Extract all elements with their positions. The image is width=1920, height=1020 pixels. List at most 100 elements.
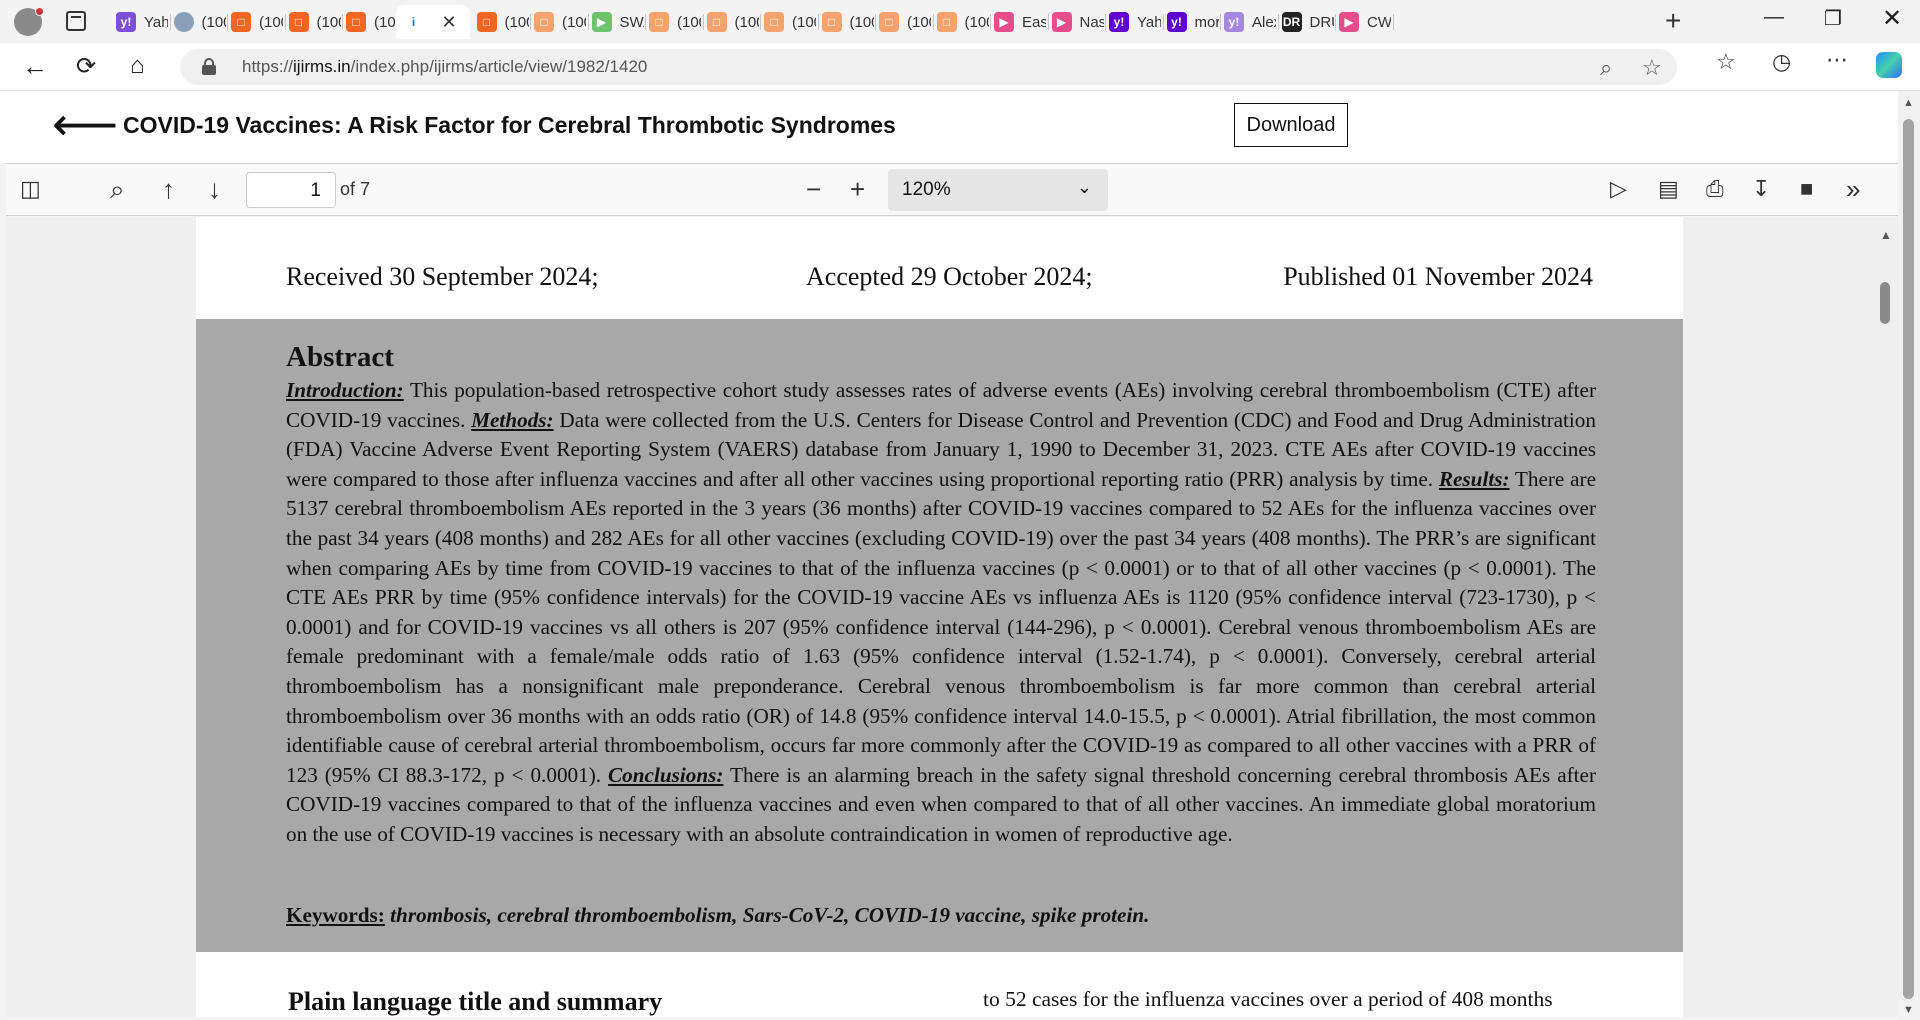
clipped-text-line: ─────────────────────────────── [306, 217, 833, 228]
tab-label: (100 [201, 13, 226, 31]
tab-5[interactable]: □ (100 [476, 5, 529, 39]
tab-separator [342, 14, 343, 30]
home-icon[interactable]: ⌂ [130, 52, 145, 80]
page-scrollbar[interactable]: ▲ ▼ [1898, 91, 1920, 1020]
tab-separator [169, 14, 171, 30]
sidebar-toggle-icon[interactable]: ◫ [20, 176, 41, 202]
tab-label: (100 [504, 13, 529, 31]
yahoo-icon: y! [1166, 12, 1187, 32]
profile-avatar[interactable] [14, 7, 44, 36]
tab-15[interactable]: ▶ Nas [1051, 5, 1104, 39]
save-icon[interactable]: ↧ [1752, 176, 1770, 202]
page-scroll-thumb[interactable] [1903, 119, 1914, 999]
tab-label: (100 [734, 13, 759, 31]
tab-separator [932, 14, 934, 30]
tools-menu-icon[interactable]: » [1846, 174, 1860, 205]
tab-11[interactable]: □ (100 [821, 5, 874, 39]
tab-separator [760, 14, 761, 30]
tab-16[interactable]: y! Yaho [1109, 5, 1161, 39]
tab-4[interactable]: □ (100 [346, 5, 398, 39]
scroll-up-icon[interactable]: ▲ [1880, 228, 1892, 242]
tab-13[interactable]: □ (100 [936, 5, 989, 39]
print-icon[interactable]: ⎙ [1706, 176, 1724, 202]
zoom-icon[interactable]: ⌕ [1600, 55, 1612, 81]
next-page-icon[interactable]: ↓ [208, 174, 221, 205]
open-file-icon[interactable]: ▤ [1658, 176, 1679, 202]
url-text[interactable]: https://ijirms.in/index.php/ijirms/artic… [242, 57, 647, 77]
keywords-line: Keywords: thrombosis, cerebral thromboem… [286, 903, 1149, 928]
bookmark-icon: □ [936, 12, 957, 32]
zoom-in-icon[interactable]: + [850, 174, 865, 205]
favorites-icon[interactable]: ☆ [1716, 49, 1736, 75]
pdf-viewer[interactable]: ─────────────────────────────── Received… [6, 217, 1898, 1017]
refresh-icon[interactable]: ⟳ [76, 52, 96, 81]
tab-label: CWA [1367, 13, 1391, 31]
zoom-select[interactable]: 120% ⌄ [888, 169, 1108, 211]
video-icon: ▶ [994, 12, 1014, 32]
restore-icon[interactable]: ❐ [1824, 6, 1842, 31]
tab-active[interactable]: i ✕ [395, 5, 470, 39]
tab-19[interactable]: DR DRU [1281, 5, 1334, 39]
pdf-toolbar: ◫ ⌕ ↑ ↓ 1 of 7 − + 120% ⌄ ▷ ▤ ⎙ ↧ ■ » [6, 163, 1898, 216]
tab-label: Yaho [1137, 13, 1161, 31]
page-scroll-down-icon[interactable]: ▼ [1903, 1004, 1914, 1016]
tab-8[interactable]: □ (100 [649, 5, 701, 39]
tab-label: (100 [964, 13, 989, 31]
accepted-date: Accepted 29 October 2024; [806, 262, 1093, 291]
find-icon[interactable]: ⌕ [110, 174, 125, 206]
tab-1[interactable]: (100 [173, 5, 226, 39]
history-icon[interactable]: ◷ [1772, 49, 1791, 75]
zoom-value: 120% [902, 179, 951, 200]
tab-14[interactable]: ▶ Easi [994, 5, 1046, 39]
bookmark-icon: □ [534, 12, 554, 32]
bookmark-icon: □ [706, 12, 727, 32]
minimize-icon[interactable]: — [1764, 6, 1784, 29]
bookmark-icon: □ [649, 12, 669, 32]
bookmark-icon[interactable]: ■ [1800, 176, 1813, 202]
previous-page-icon[interactable]: ↑ [162, 174, 175, 205]
back-arrow-icon[interactable]: ⟵ [52, 97, 118, 151]
page-scroll-up-icon[interactable]: ▲ [1903, 97, 1914, 109]
tab-separator [284, 14, 286, 30]
yahoo-icon: y! [1109, 12, 1129, 32]
tab-separator [1162, 14, 1164, 30]
presentation-mode-icon[interactable]: ▷ [1610, 176, 1627, 202]
play-icon: ▶ [591, 12, 612, 32]
abstract-body: Introduction: This population-based retr… [286, 376, 1596, 850]
tab-17[interactable]: y! mor [1166, 5, 1219, 39]
close-window-icon[interactable]: ✕ [1882, 4, 1902, 33]
tab-0[interactable]: y! Yaho [116, 5, 168, 39]
tab-separator [530, 14, 531, 30]
tab-2[interactable]: □ (100 [231, 5, 283, 39]
abstract-box: Abstract Introduction: This population-b… [196, 319, 1683, 952]
more-menu-icon[interactable]: ⋯ [1826, 47, 1848, 73]
copilot-icon[interactable] [1876, 52, 1902, 78]
results-label: Results: [1438, 466, 1510, 491]
new-tab-icon[interactable]: + [1665, 7, 1681, 35]
back-icon[interactable]: ← [22, 51, 48, 82]
download-button[interactable]: Download [1234, 103, 1348, 147]
lock-icon[interactable] [202, 58, 216, 75]
favorite-star-icon[interactable]: ☆ [1642, 55, 1662, 81]
tab-actions-icon[interactable] [66, 11, 86, 31]
url-field[interactable]: https://ijirms.in/index.php/ijirms/artic… [180, 49, 1677, 85]
tab-label: (100 [849, 13, 874, 31]
tab-9[interactable]: □ (100 [706, 5, 759, 39]
tab-3[interactable]: □ (100 [288, 5, 341, 39]
page-number-input[interactable]: 1 [246, 172, 336, 208]
viewer-scroll-thumb[interactable] [1880, 282, 1890, 324]
tab-20[interactable]: ▶ CWA [1339, 5, 1391, 39]
zoom-out-icon[interactable]: − [806, 174, 821, 205]
tab-6[interactable]: □ (100 [534, 5, 586, 39]
tab-7[interactable]: ▶ SWA [591, 5, 644, 39]
tab-label: (100 [259, 13, 283, 31]
tab-separator [1220, 14, 1221, 30]
tab-12[interactable]: □ (100 [879, 5, 931, 39]
tab-18[interactable]: y! Alex [1224, 5, 1276, 39]
bookmark-icon: □ [231, 12, 251, 32]
video-icon: ▶ [1339, 12, 1359, 32]
close-tab-icon[interactable]: ✕ [442, 12, 457, 33]
tab-label: Easi [1022, 13, 1046, 31]
tab-10[interactable]: □ (100 [764, 5, 816, 39]
viewer-scrollbar[interactable]: ▲ [1874, 220, 1898, 1010]
